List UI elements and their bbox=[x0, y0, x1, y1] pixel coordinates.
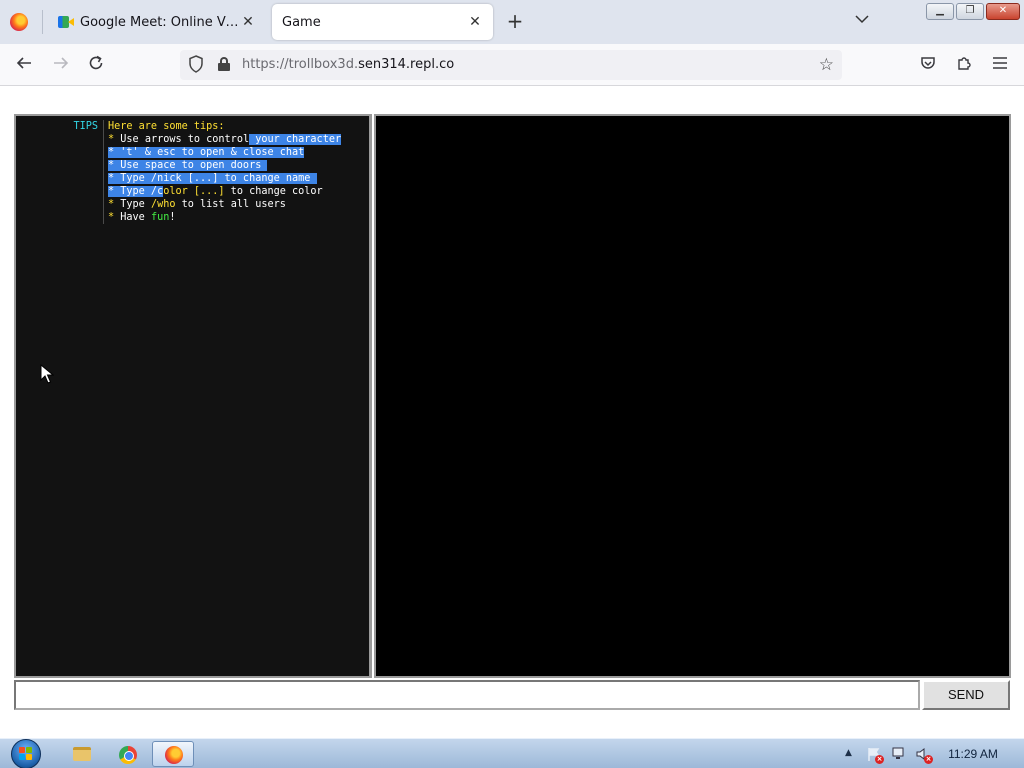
chat-log-panel[interactable]: TIPS Here are some tips: * Use arrows to … bbox=[14, 114, 372, 678]
google-meet-icon bbox=[58, 15, 74, 29]
tracking-protection-shield-icon[interactable] bbox=[188, 55, 204, 77]
message-line: * Have fun! bbox=[108, 211, 341, 224]
action-center-flag-icon[interactable]: × bbox=[866, 746, 884, 764]
tab-google-meet[interactable]: Google Meet: Online Video Meeting ✕ bbox=[48, 4, 266, 40]
selected-text-segment: * Use space to open doors bbox=[108, 160, 268, 171]
tab-game[interactable]: Game ✕ bbox=[272, 4, 493, 40]
message-line: * Type /who to list all users bbox=[108, 198, 341, 211]
message-line: * Type /nick [...] to change name bbox=[108, 172, 341, 185]
selected-text-segment: * Type /c bbox=[108, 186, 164, 197]
tab-title: Game bbox=[282, 14, 321, 30]
firefox-icon bbox=[165, 746, 183, 764]
message-text: Here are some tips: * Use arrows to contr… bbox=[108, 120, 342, 224]
list-all-tabs-chevron-icon[interactable] bbox=[855, 12, 869, 28]
restore-window-button[interactable]: ❐ bbox=[956, 3, 984, 20]
taskbar-clock[interactable]: 11:29 AM bbox=[938, 747, 1008, 761]
back-arrow-icon[interactable] bbox=[13, 54, 35, 76]
reload-icon[interactable] bbox=[85, 54, 107, 76]
start-button[interactable] bbox=[8, 739, 44, 768]
send-button[interactable]: SEND bbox=[922, 680, 1010, 710]
url-text[interactable]: https://trollbox3d.sen314.repl.co bbox=[242, 57, 454, 72]
message-line: * Type /color [...] to change color bbox=[108, 185, 341, 198]
message-line: * 't' & esc to open & close chat bbox=[108, 146, 341, 159]
pocket-icon[interactable] bbox=[917, 54, 939, 76]
text-segment: * bbox=[108, 199, 121, 210]
address-bar[interactable]: https://trollbox3d.sen314.repl.co ☆ bbox=[180, 50, 842, 80]
hamburger-menu-icon[interactable] bbox=[989, 54, 1011, 76]
mouse-pointer-icon bbox=[40, 364, 54, 384]
text-segment: ! bbox=[169, 212, 176, 223]
selected-text-segment: * Type /nick [...] to change name bbox=[108, 173, 317, 184]
text-segment: * bbox=[108, 212, 121, 223]
tab-title: Google Meet: Online Video Meeting bbox=[80, 14, 240, 30]
message-line: Here are some tips: bbox=[108, 120, 341, 133]
windows-taskbar: ▲ × × 11:29 AM bbox=[0, 738, 1024, 768]
message-nick: TIPS bbox=[73, 121, 98, 132]
text-segment: Use arrows to control bbox=[120, 134, 250, 145]
folder-icon bbox=[73, 747, 91, 761]
show-hidden-icons-arrow-icon[interactable]: ▲ bbox=[845, 748, 852, 758]
minimize-window-button[interactable]: ▁ bbox=[926, 3, 954, 20]
text-segment: to change color bbox=[224, 186, 323, 197]
text-segment: Here are some tips: bbox=[108, 121, 225, 132]
text-segment: to list all users bbox=[175, 199, 286, 210]
lock-icon[interactable] bbox=[218, 57, 230, 71]
game-viewport[interactable] bbox=[374, 114, 1011, 678]
browser-nav-bar: https://trollbox3d.sen314.repl.co ☆ bbox=[0, 44, 1024, 86]
taskbar-chrome[interactable] bbox=[106, 741, 148, 767]
volume-muted-icon[interactable]: × bbox=[915, 746, 933, 764]
firefox-view-icon[interactable] bbox=[10, 13, 28, 31]
selected-text-segment: your character bbox=[249, 134, 342, 145]
windows-logo-icon bbox=[19, 747, 33, 761]
new-tab-button[interactable]: + bbox=[505, 10, 525, 32]
text-segment: /who bbox=[150, 199, 176, 210]
chrome-icon bbox=[119, 746, 137, 764]
text-segment: Type bbox=[120, 199, 151, 210]
forward-arrow-icon[interactable] bbox=[50, 54, 72, 76]
selected-text-segment: * 't' & esc to open & close chat bbox=[108, 147, 305, 158]
text-segment: fun bbox=[150, 212, 170, 223]
bookmark-star-icon[interactable]: ☆ bbox=[819, 55, 834, 75]
message-line: * Use arrows to control your character bbox=[108, 133, 342, 146]
text-segment: olor [...] bbox=[163, 186, 225, 197]
browser-tab-bar: Google Meet: Online Video Meeting ✕ Game… bbox=[0, 0, 1024, 44]
message-line: * Use space to open doors bbox=[108, 159, 341, 172]
text-segment: * bbox=[108, 134, 121, 145]
taskbar-file-explorer[interactable] bbox=[60, 741, 102, 767]
close-tab-icon[interactable]: ✕ bbox=[240, 14, 256, 30]
taskbar-firefox[interactable] bbox=[152, 741, 194, 767]
text-segment: Have bbox=[120, 212, 151, 223]
message-divider bbox=[103, 120, 104, 224]
tab-separator bbox=[42, 10, 43, 34]
extensions-puzzle-icon[interactable] bbox=[953, 54, 975, 76]
network-icon[interactable] bbox=[891, 746, 907, 762]
chat-input[interactable] bbox=[14, 680, 920, 710]
close-tab-icon[interactable]: ✕ bbox=[467, 14, 483, 30]
close-window-button[interactable]: ✕ bbox=[986, 3, 1020, 20]
